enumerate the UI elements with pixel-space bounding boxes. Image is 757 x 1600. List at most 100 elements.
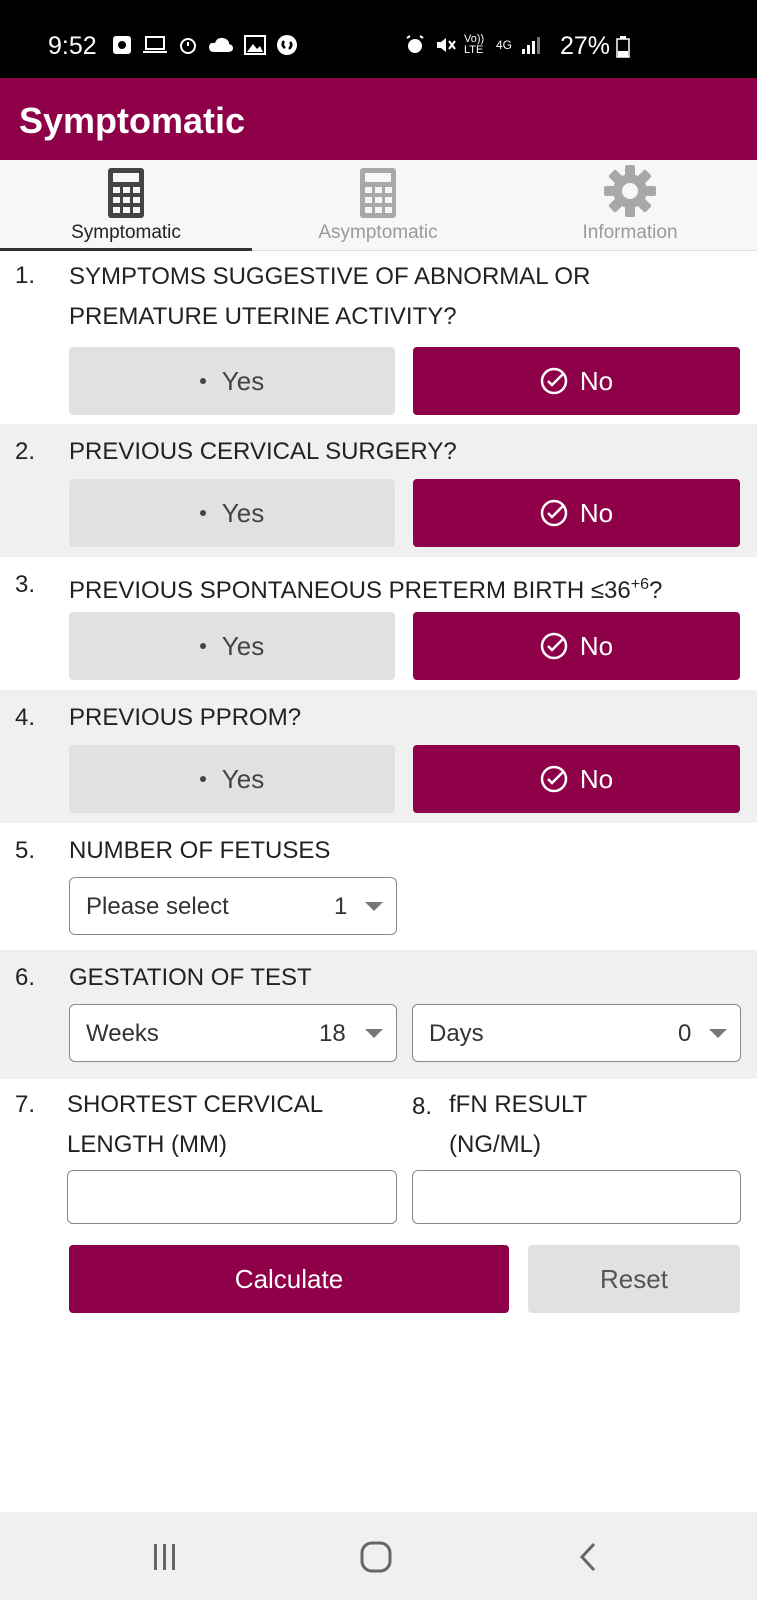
ffn-result-input[interactable]	[412, 1170, 741, 1224]
question-text-suffix: ?	[648, 577, 663, 604]
reset-button[interactable]: Reset	[528, 1245, 740, 1313]
question-number: 1.	[15, 262, 36, 289]
back-icon[interactable]	[576, 1541, 600, 1573]
calculator-icon	[108, 168, 144, 218]
no-label: No	[579, 630, 614, 661]
no-button[interactable]: No	[413, 745, 740, 813]
question-number: 5.	[15, 837, 36, 864]
recent-apps-icon[interactable]	[150, 1542, 180, 1572]
yes-label: Yes	[221, 365, 265, 396]
no-button[interactable]: No	[413, 479, 740, 547]
image-icon	[244, 35, 266, 55]
battery-percent: 27%	[560, 32, 611, 60]
question-3: 3. PREVIOUS SPONTANEOUS PRETERM BIRTH ≤3…	[0, 557, 757, 690]
label-line-2: (NG/ML)	[449, 1131, 541, 1158]
calculator-icon	[360, 168, 396, 218]
bullet-icon	[199, 643, 206, 649]
question-text: PREVIOUS PPROM?	[69, 704, 302, 731]
tab-symptomatic[interactable]: Symptomatic	[0, 160, 252, 251]
no-label: No	[579, 763, 614, 794]
question-number: 4.	[15, 704, 36, 731]
no-button[interactable]: No	[413, 347, 740, 415]
mute-icon	[437, 38, 456, 52]
alarm-clock-icon	[406, 35, 424, 53]
record-icon	[113, 36, 131, 54]
label-line-1: SHORTEST CERVICAL	[67, 1091, 324, 1118]
check-circle-icon	[540, 765, 568, 793]
question-text: fFN RESULT (NG/ML)	[449, 1085, 587, 1165]
question-6: 6. GESTATION OF TEST Weeks 18 Days 0	[0, 950, 757, 1079]
calculate-button[interactable]: Calculate	[69, 1245, 509, 1313]
select-placeholder: Please select	[86, 893, 229, 920]
tab-information[interactable]: Information	[504, 160, 756, 250]
label-line-1: fFN RESULT	[449, 1091, 588, 1118]
no-label: No	[579, 365, 614, 396]
yes-button[interactable]: Yes	[69, 479, 395, 547]
yes-label: Yes	[221, 497, 265, 528]
bullet-icon	[199, 378, 206, 384]
cloud-icon	[209, 37, 233, 52]
question-2: 2. PREVIOUS CERVICAL SURGERY? Yes No	[0, 424, 757, 557]
check-circle-icon	[540, 499, 568, 527]
check-circle-icon	[540, 367, 568, 395]
bullet-icon	[199, 510, 206, 516]
yes-button[interactable]: Yes	[69, 745, 395, 813]
laptop-icon	[143, 36, 167, 53]
chevron-down-icon	[365, 902, 383, 911]
yes-label: Yes	[221, 630, 265, 661]
question-1: 1. SYMPTOMS SUGGESTIVE OF ABNORMAL OR PR…	[0, 251, 757, 424]
no-button[interactable]: No	[413, 612, 740, 680]
alarm-icon	[180, 38, 196, 54]
status-bar: 9:52 Vo)) LTE 4G 27%	[0, 0, 757, 78]
battery-icon	[616, 35, 630, 58]
bullet-icon	[199, 776, 206, 782]
weeks-select[interactable]: Weeks 18	[69, 1004, 397, 1062]
question-4: 4. PREVIOUS PPROM? Yes No	[0, 690, 757, 823]
shazam-icon	[277, 35, 297, 55]
question-number: 6.	[15, 964, 36, 991]
gear-icon	[604, 165, 656, 217]
yes-button[interactable]: Yes	[69, 612, 395, 680]
question-text-superscript: +6	[630, 576, 649, 593]
question-5: 5. NUMBER OF FETUSES Please select 1	[0, 823, 757, 950]
home-icon[interactable]	[360, 1541, 392, 1573]
calculate-label: Calculate	[234, 1263, 344, 1294]
yes-button[interactable]: Yes	[69, 347, 395, 415]
question-number: 2.	[15, 438, 36, 465]
yes-label: Yes	[221, 763, 265, 794]
question-number: 7.	[15, 1091, 36, 1118]
question-text: SYMPTOMS SUGGESTIVE OF ABNORMAL OR PREMA…	[69, 263, 591, 330]
status-time: 9:52	[48, 32, 97, 60]
fetuses-select[interactable]: Please select 1	[69, 877, 397, 935]
question-text: SHORTEST CERVICAL LENGTH (MM)	[67, 1085, 323, 1165]
network-type: 4G	[496, 38, 513, 52]
question-text: GESTATION OF TEST	[69, 964, 312, 991]
days-value: 0	[678, 1020, 692, 1047]
weeks-label: Weeks	[86, 1020, 159, 1047]
question-number: 8.	[412, 1093, 433, 1120]
tab-label: Asymptomatic	[318, 222, 438, 243]
tab-asymptomatic[interactable]: Asymptomatic	[252, 160, 504, 250]
system-nav-bar	[0, 1512, 757, 1600]
no-label: No	[579, 497, 614, 528]
cervical-length-input[interactable]	[67, 1170, 397, 1224]
weeks-value: 18	[319, 1020, 346, 1047]
question-7-8: 7. SHORTEST CERVICAL LENGTH (MM) 8. fFN …	[0, 1079, 757, 1229]
chevron-down-icon	[365, 1029, 383, 1038]
days-label: Days	[429, 1020, 484, 1047]
battery-status: 27%	[560, 32, 630, 61]
signal-icon	[522, 37, 541, 54]
tab-label: Information	[582, 222, 678, 243]
volte-indicator: Vo)) LTE	[464, 33, 485, 56]
tab-bar: Symptomatic Asymptomatic Information	[0, 160, 757, 251]
days-select[interactable]: Days 0	[412, 1004, 741, 1062]
reset-label: Reset	[600, 1263, 668, 1294]
question-text-main: PREVIOUS SPONTANEOUS PRETERM BIRTH ≤36	[69, 577, 631, 604]
check-circle-icon	[540, 632, 568, 660]
question-text: NUMBER OF FETUSES	[69, 837, 331, 864]
notification-icons	[112, 34, 298, 56]
tab-label: Symptomatic	[71, 222, 181, 243]
question-number: 3.	[15, 571, 36, 598]
select-value: 1	[334, 893, 348, 920]
question-text: PREVIOUS SPONTANEOUS PRETERM BIRTH ≤36+6…	[69, 565, 729, 611]
